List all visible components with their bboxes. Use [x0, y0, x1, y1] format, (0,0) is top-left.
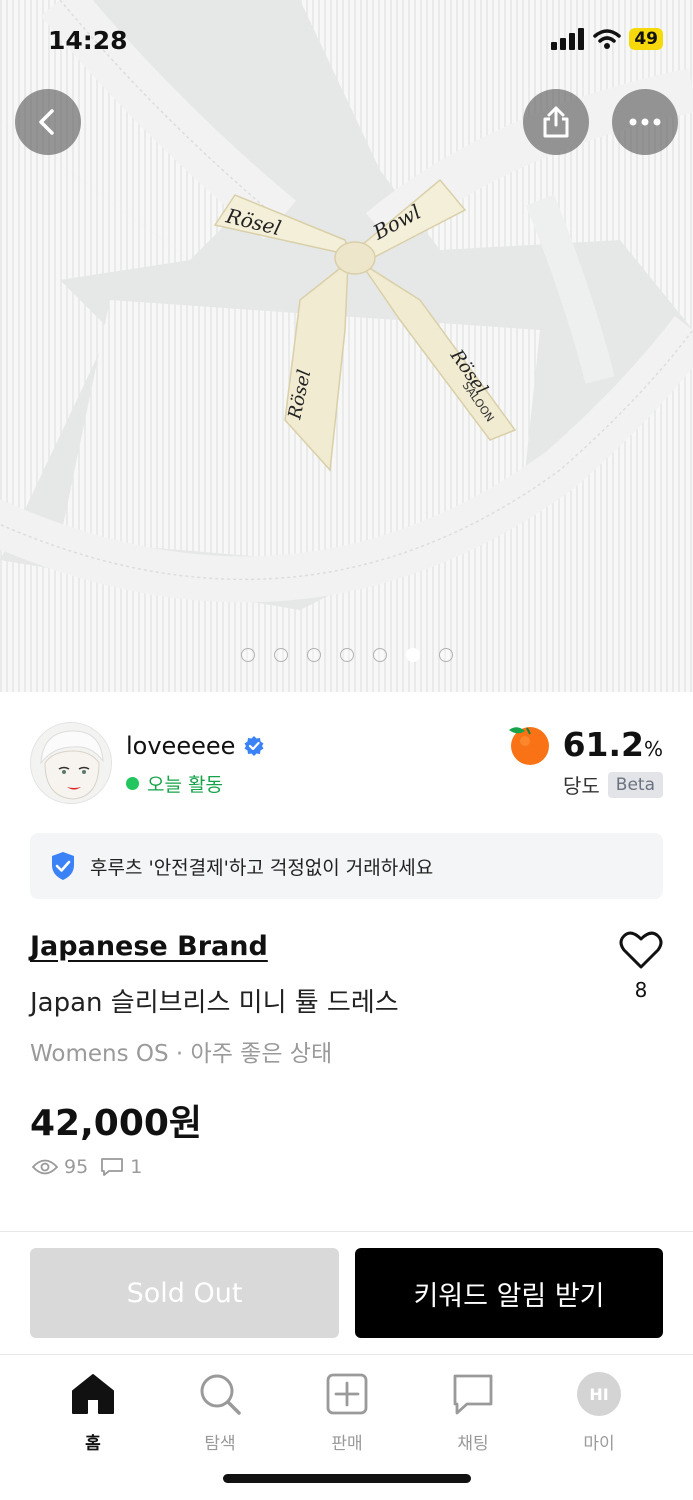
online-dot-icon [126, 777, 139, 790]
brand-link[interactable]: Japanese Brand [30, 931, 268, 962]
product-price: 42,000원 [30, 1103, 203, 1144]
like-count: 8 [634, 978, 648, 1002]
score-value: 61.2% [562, 724, 663, 764]
page-dot[interactable] [306, 648, 321, 662]
nav-my-label: 마이 [583, 1434, 615, 1454]
seller-name-row[interactable]: loveeeee [126, 732, 265, 760]
search-icon [200, 1374, 241, 1415]
nav-chat-label: 채팅 [457, 1434, 489, 1454]
nav-sell-label: 판매 [331, 1434, 363, 1454]
heart-icon [619, 931, 663, 969]
more-dots-icon [629, 118, 661, 126]
keyword-alert-button[interactable]: 키워드 알림 받기 [355, 1248, 663, 1338]
more-button[interactable] [612, 89, 678, 155]
page-dot-active[interactable] [405, 648, 420, 662]
product-photo[interactable]: Rösel Bowl Rösel Rösel SALOON 14:28 49 [0, 0, 693, 692]
eye-icon [32, 1159, 58, 1175]
profile-icon: HI [577, 1372, 621, 1416]
back-button[interactable] [15, 89, 81, 155]
page-dot[interactable] [372, 648, 387, 662]
view-count: 95 [64, 1156, 89, 1178]
nav-search-label: 탐색 [204, 1434, 236, 1454]
plus-square-icon [326, 1373, 368, 1415]
activity-text: 오늘 활동 [147, 774, 223, 796]
safe-payment-text: 후루츠 '안전결제'하고 걱정없이 거래하세요 [90, 856, 434, 879]
like-button[interactable]: 8 [616, 930, 666, 1002]
comment-count: 1 [130, 1156, 143, 1178]
divider [0, 1231, 693, 1232]
page-dot[interactable] [339, 648, 354, 662]
page-dot[interactable] [240, 648, 255, 662]
chevron-left-icon [39, 109, 54, 135]
share-button[interactable] [523, 89, 589, 155]
avatar-illustration [31, 723, 111, 803]
home-icon [72, 1374, 114, 1414]
sold-out-button[interactable]: Sold Out [30, 1248, 339, 1338]
product-stats: 95 1 [32, 1156, 142, 1178]
nav-chat[interactable]: 채팅 [423, 1371, 523, 1454]
score-label: 당도 [562, 774, 600, 798]
seller-name[interactable]: loveeeee [126, 732, 235, 760]
nav-sell[interactable]: 판매 [297, 1371, 397, 1454]
nav-my[interactable]: HI 마이 [549, 1371, 649, 1454]
page-dot[interactable] [438, 648, 453, 662]
battery-level: 49 [629, 28, 663, 50]
home-indicator[interactable] [223, 1474, 471, 1483]
signal-icon [551, 28, 585, 50]
sweetness-score[interactable]: 61.2% 당도 Beta [505, 722, 663, 799]
nav-home-label: 홈 [85, 1434, 101, 1454]
seller-info[interactable]: loveeeee 오늘 활동 61.2% 당도 Beta [30, 722, 663, 806]
shield-check-icon [52, 852, 74, 880]
tangerine-icon [508, 727, 549, 765]
page-dot[interactable] [273, 648, 288, 662]
verified-badge-icon [244, 736, 264, 756]
wifi-icon [593, 29, 622, 49]
comment-icon [101, 1158, 124, 1176]
safe-payment-banner[interactable]: 후루츠 '안전결제'하고 걱정없이 거래하세요 [30, 833, 663, 899]
seller-avatar[interactable] [30, 722, 112, 804]
nav-home[interactable]: 홈 [43, 1371, 143, 1454]
chat-bubble-icon [453, 1374, 493, 1415]
activity-status: 오늘 활동 [126, 770, 223, 797]
photo-pagination[interactable] [0, 648, 693, 662]
product-title: Japan 슬리브리스 미니 튤 드레스 [30, 988, 399, 1018]
share-icon [543, 106, 569, 138]
status-time: 14:28 [48, 26, 128, 55]
product-meta: Womens OS · 아주 좋은 상태 [30, 1041, 333, 1067]
tank-top-illustration: Rösel Bowl Rösel Rösel SALOON [0, 0, 693, 692]
status-icons: 49 [551, 28, 663, 50]
beta-badge: Beta [607, 771, 663, 798]
nav-search[interactable]: 탐색 [170, 1371, 270, 1454]
